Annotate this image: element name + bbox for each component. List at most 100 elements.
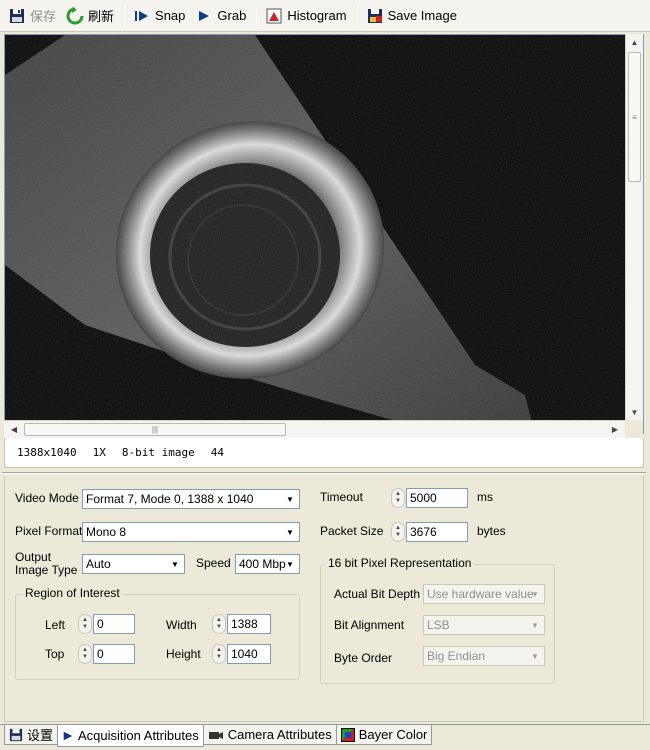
speed-select[interactable]: 400 Mbp ▼ <box>235 554 300 574</box>
roi-height-label: Height <box>166 647 201 661</box>
packet-size-unit: bytes <box>477 524 506 538</box>
tab-camera-label: Camera Attributes <box>227 727 332 742</box>
roi-height-input[interactable]: 1040 <box>227 644 271 664</box>
chevron-down-icon[interactable]: ▼ <box>167 556 183 572</box>
timeout-spinner[interactable]: ▲ ▼ 5000 <box>391 488 468 508</box>
roi-top-label: Top <box>45 647 65 661</box>
floppy-disk-icon <box>8 7 26 25</box>
spin-up-icon[interactable]: ▲ <box>216 617 222 624</box>
roi-width-input[interactable]: 1388 <box>227 614 271 634</box>
save-image-button[interactable]: Save Image <box>362 3 463 29</box>
tab-camera-attributes[interactable]: Camera Attributes <box>202 725 337 745</box>
spin-buttons[interactable]: ▲ ▼ <box>391 522 405 542</box>
toolbar-separator <box>256 4 258 27</box>
spin-down-icon[interactable]: ▼ <box>216 624 222 631</box>
spin-down-icon[interactable]: ▼ <box>82 624 88 631</box>
roi-top-input[interactable]: 0 <box>93 644 135 664</box>
speed-value: 400 Mbp <box>239 557 286 571</box>
tab-bayer-color[interactable]: Bayer Color <box>335 725 433 745</box>
pixel-format-value: Mono 8 <box>86 525 127 539</box>
chevron-down-icon: ▼ <box>531 589 539 599</box>
save-button[interactable]: 保存 <box>4 3 62 29</box>
snap-button[interactable]: Snap <box>129 3 191 29</box>
scroll-left-icon[interactable]: ◀ <box>6 421 22 438</box>
image-viewer[interactable] <box>4 34 644 434</box>
roi-height-spinner[interactable]: ▲ ▼ 1040 <box>212 644 271 664</box>
spin-down-icon[interactable]: ▼ <box>82 654 88 661</box>
timeout-input[interactable]: 5000 <box>406 488 468 508</box>
tab-settings[interactable]: 设置 <box>4 725 59 745</box>
timeout-unit: ms <box>477 490 493 504</box>
spin-down-icon[interactable]: ▼ <box>216 654 222 661</box>
output-image-type-label: Output Image Type <box>15 551 77 577</box>
output-label-line1: Output <box>15 550 52 564</box>
spin-up-icon[interactable]: ▲ <box>216 647 222 654</box>
toolbar-separator <box>356 4 358 27</box>
spin-buttons[interactable]: ▲ ▼ <box>212 644 226 664</box>
histogram-button[interactable]: Histogram <box>261 3 352 29</box>
scroll-right-icon[interactable]: ▶ <box>607 421 623 438</box>
toolbar-separator <box>124 4 126 27</box>
snap-icon <box>133 7 151 25</box>
byte-order-value: Big Endian <box>427 649 486 663</box>
byte-order-label: Byte Order <box>334 651 393 665</box>
tab-settings-label: 设置 <box>27 728 54 743</box>
spin-down-icon[interactable]: ▼ <box>395 498 401 505</box>
refresh-button[interactable]: 刷新 <box>62 3 120 29</box>
tab-acquisition-attributes[interactable]: Acquisition Attributes <box>57 725 204 747</box>
roi-left-input[interactable]: 0 <box>93 614 135 634</box>
horizontal-scroll-thumb[interactable]: ||| <box>24 423 286 436</box>
spin-up-icon[interactable]: ▲ <box>395 491 401 498</box>
pixel-format-select[interactable]: Mono 8 ▼ <box>82 522 300 542</box>
histogram-label: Histogram <box>287 8 347 23</box>
vertical-scroll-thumb[interactable]: ≡ <box>628 52 641 182</box>
refresh-icon <box>66 6 84 25</box>
grab-button[interactable]: Grab <box>191 3 252 29</box>
splitter[interactable] <box>2 472 646 474</box>
scroll-corner <box>625 420 643 438</box>
spin-buttons[interactable]: ▲ ▼ <box>391 488 405 508</box>
actual-bit-depth-select: Use hardware value ▼ <box>423 584 545 604</box>
chevron-down-icon[interactable]: ▼ <box>282 524 298 540</box>
roi-left-label: Left <box>45 618 66 632</box>
zoom-text: 1X <box>92 446 106 459</box>
spin-up-icon[interactable]: ▲ <box>395 525 401 532</box>
pixel-rep-group-title: 16 bit Pixel Representation <box>325 556 475 570</box>
spin-down-icon[interactable]: ▼ <box>395 532 401 539</box>
byte-order-select: Big Endian ▼ <box>423 646 545 666</box>
bit-alignment-value: LSB <box>427 618 450 632</box>
tab-bayer-label: Bayer Color <box>358 727 428 742</box>
grab-label: Grab <box>217 8 247 23</box>
tab-acquisition-label: Acquisition Attributes <box>78 728 199 743</box>
vertical-scrollbar[interactable]: ▲ ≡ ▼ <box>625 34 643 420</box>
chevron-down-icon[interactable]: ▼ <box>282 556 298 572</box>
roi-width-spinner[interactable]: ▲ ▼ 1388 <box>212 614 271 634</box>
video-mode-select[interactable]: Format 7, Mode 0, 1388 x 1040 ▼ <box>82 489 300 509</box>
video-mode-value: Format 7, Mode 0, 1388 x 1040 <box>86 492 254 506</box>
horizontal-scrollbar[interactable]: ◀ ||| ▶ <box>4 420 625 438</box>
spin-up-icon[interactable]: ▲ <box>82 617 88 624</box>
timeout-label: Timeout <box>320 490 363 504</box>
spin-buttons[interactable]: ▲ ▼ <box>212 614 226 634</box>
chevron-down-icon[interactable]: ▼ <box>282 491 298 507</box>
resolution-text: 1388x1040 <box>17 446 77 459</box>
play-icon <box>195 7 213 25</box>
chevron-down-icon: ▼ <box>531 651 539 661</box>
packet-size-spinner[interactable]: ▲ ▼ 3676 <box>391 522 468 542</box>
color-icon <box>340 727 355 742</box>
microscope-image <box>5 35 643 433</box>
scroll-up-icon[interactable]: ▲ <box>626 34 643 50</box>
output-image-type-select[interactable]: Auto ▼ <box>82 554 185 574</box>
roi-width-label: Width <box>166 618 197 632</box>
spin-up-icon[interactable]: ▲ <box>82 647 88 654</box>
camera-icon <box>208 729 224 741</box>
output-label-line2: Image Type <box>15 563 78 577</box>
roi-left-spinner[interactable]: ▲ ▼ 0 <box>78 614 135 634</box>
scroll-down-icon[interactable]: ▼ <box>626 404 643 420</box>
spin-buttons[interactable]: ▲ ▼ <box>78 644 92 664</box>
roi-top-spinner[interactable]: ▲ ▼ 0 <box>78 644 135 664</box>
packet-size-input[interactable]: 3676 <box>406 522 468 542</box>
spin-buttons[interactable]: ▲ ▼ <box>78 614 92 634</box>
save-label: 保存 <box>30 9 57 24</box>
chevron-down-icon: ▼ <box>531 620 539 630</box>
